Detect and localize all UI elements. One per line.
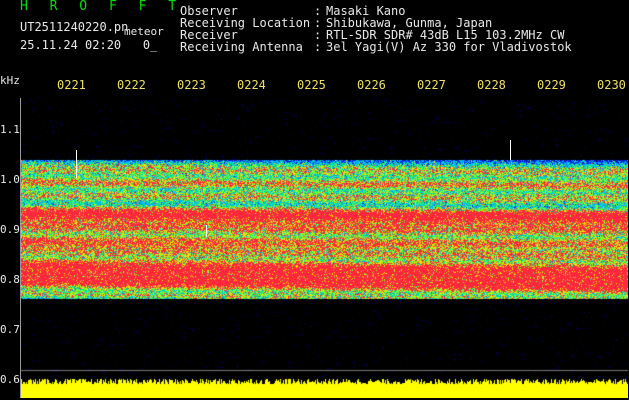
time-tick: 0222 bbox=[117, 78, 145, 92]
freq-label: 1.0 bbox=[0, 173, 20, 186]
time-tick: 0226 bbox=[357, 78, 385, 92]
freq-axis-line bbox=[20, 98, 21, 398]
freq-unit-label: kHz bbox=[0, 74, 20, 87]
freq-label: 0.9 bbox=[0, 223, 20, 236]
time-tick-last: 0230 bbox=[597, 78, 626, 92]
meteor-trace bbox=[206, 225, 207, 237]
antenna-sep: : bbox=[314, 40, 322, 54]
file-name: UT2511240220.pn bbox=[20, 20, 129, 34]
antenna-value: 3el Yagi(V) Az 330 for Vladivostok bbox=[326, 40, 572, 54]
time-tick: 0224 bbox=[237, 78, 265, 92]
meteor-trace bbox=[510, 140, 511, 160]
time-tick: 0221 bbox=[57, 78, 85, 92]
freq-label: 0.8 bbox=[0, 273, 20, 286]
freq-label: 0.7 bbox=[0, 323, 20, 336]
meteor-label: meteor bbox=[124, 25, 164, 38]
meteor-trace bbox=[76, 150, 77, 178]
time-tick: 0227 bbox=[417, 78, 445, 92]
meteor-counter: 0_ bbox=[142, 38, 158, 52]
freq-label: 0.6 bbox=[0, 373, 20, 386]
time-tick: 0228 bbox=[477, 78, 505, 92]
spectrogram-canvas[interactable] bbox=[20, 98, 628, 398]
time-tick: 0225 bbox=[297, 78, 325, 92]
date-time: 25.11.24 02:20 bbox=[20, 38, 122, 52]
time-tick: 0223 bbox=[177, 78, 205, 92]
freq-label: 1.1 bbox=[0, 123, 20, 136]
app-title: H R O F F T bbox=[20, 0, 184, 14]
time-tick: 0229 bbox=[537, 78, 565, 92]
antenna-label: Receiving Antenna bbox=[180, 40, 303, 54]
date-time-stamp: 25.11.24 02:20 0_ bbox=[20, 38, 157, 52]
